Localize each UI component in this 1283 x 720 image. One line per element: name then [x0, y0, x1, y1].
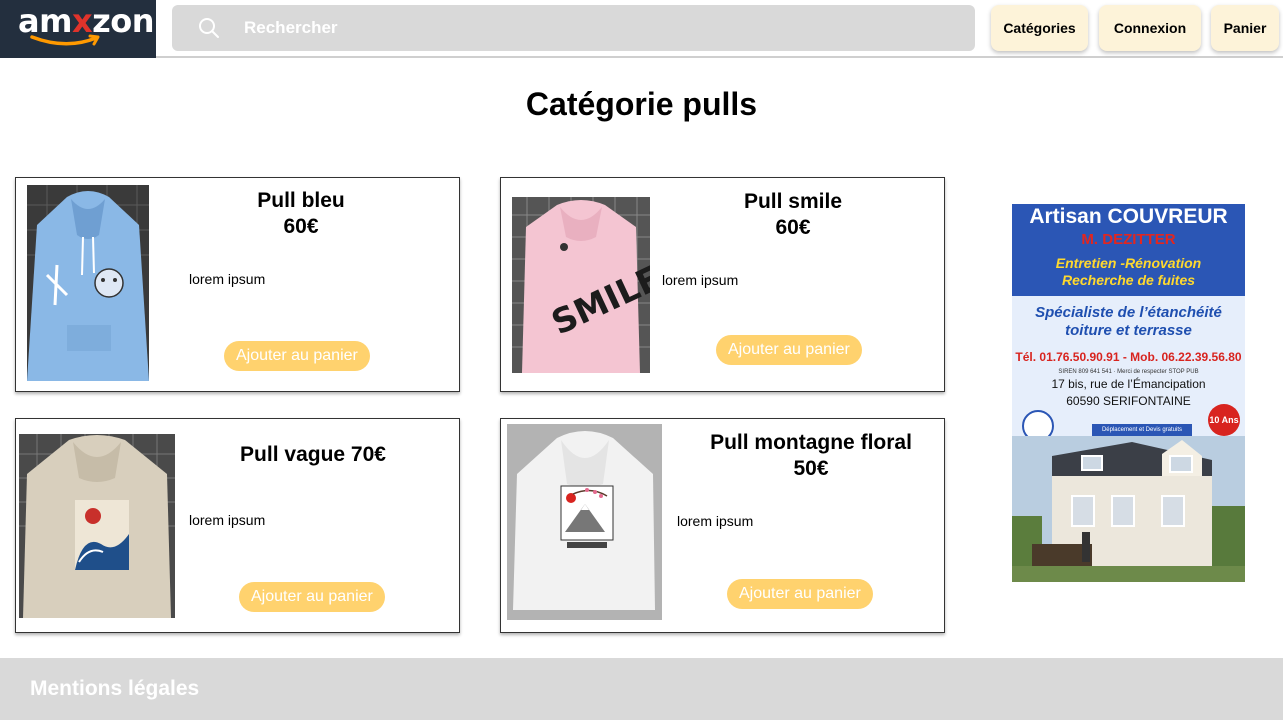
- product-card[interactable]: Pull vague 70€ lorem ipsum Ajouter au pa…: [15, 418, 460, 633]
- ad-address-2: 60590 SERIFONTAINE: [1066, 394, 1191, 408]
- login-button[interactable]: Connexion: [1099, 5, 1201, 51]
- ad-service-1: Entretien -Rénovation: [1055, 255, 1202, 271]
- product-price: 50€: [793, 457, 829, 480]
- product-price: 60€: [283, 215, 319, 238]
- footer: Mentions légales: [0, 658, 1283, 720]
- product-description: lorem ipsum: [662, 272, 739, 288]
- add-to-cart-button[interactable]: Ajouter au panier: [716, 335, 862, 365]
- add-to-cart-button[interactable]: Ajouter au panier: [239, 582, 385, 612]
- ad-phone: Tél. 01.76.50.90.91 - Mob. 06.22.39.56.8…: [1015, 350, 1242, 364]
- legal-notice-link[interactable]: Mentions légales: [30, 677, 199, 701]
- page-title: Catégorie pulls: [525, 86, 758, 122]
- product-description: lorem ipsum: [189, 271, 266, 287]
- categories-button[interactable]: Catégories: [991, 5, 1088, 51]
- product-image[interactable]: [507, 424, 662, 620]
- product-name: Pull smile 60€: [693, 189, 893, 241]
- top-bar: amxzon Catégories Connexion Panier: [0, 0, 1283, 58]
- house-photo: [1012, 436, 1245, 582]
- product-description: lorem ipsum: [189, 512, 266, 528]
- ad-badge: 10 Ans: [1208, 404, 1240, 436]
- product-name: Pull montagne floral 50€: [696, 430, 926, 482]
- product-card[interactable]: SMILE Pull smile 60€ lorem ipsum Ajouter…: [500, 177, 945, 392]
- ad-service-2: Recherche de fuites: [1061, 272, 1196, 288]
- product-name: Pull bleu 60€: [201, 188, 401, 240]
- product-name: Pull vague 70€: [240, 443, 386, 466]
- ad-siren: SIREN 809 641 541 · Merci de respecter S…: [1058, 369, 1199, 375]
- advertisement-banner[interactable]: Artisan COUVREUR M. DEZITTER Entretien -…: [1012, 204, 1245, 582]
- product-image[interactable]: [27, 185, 149, 381]
- add-to-cart-button[interactable]: Ajouter au panier: [224, 341, 370, 371]
- ad-name: M. DEZITTER: [1081, 231, 1176, 248]
- logo[interactable]: amxzon: [0, 0, 156, 58]
- search-icon: [199, 18, 219, 38]
- product-price: 60€: [775, 216, 811, 239]
- ad-header: Artisan COUVREUR M. DEZITTER Entretien -…: [1012, 204, 1245, 296]
- ad-specialty-2: toiture et terrasse: [1065, 322, 1192, 339]
- search-input[interactable]: [244, 5, 944, 51]
- product-description: lorem ipsum: [677, 513, 754, 529]
- ad-specialty-1: Spécialiste de l’étanchéité: [1035, 304, 1222, 321]
- logo-smile-icon: [30, 34, 100, 46]
- add-to-cart-button[interactable]: Ajouter au panier: [727, 579, 873, 609]
- ad-devis-banner: Déplacement et Devis gratuits: [1092, 424, 1192, 436]
- product-card[interactable]: Pull bleu 60€ lorem ipsum Ajouter au pan…: [15, 177, 460, 392]
- ad-title: Artisan COUVREUR: [1029, 205, 1228, 228]
- product-image[interactable]: [19, 434, 175, 618]
- search-bar[interactable]: [172, 5, 975, 51]
- cart-button[interactable]: Panier: [1211, 5, 1279, 51]
- product-card[interactable]: Pull montagne floral 50€ lorem ipsum Ajo…: [500, 418, 945, 633]
- ad-address-1: 17 bis, rue de l’Émancipation: [1051, 377, 1206, 391]
- product-image[interactable]: SMILE: [512, 197, 650, 373]
